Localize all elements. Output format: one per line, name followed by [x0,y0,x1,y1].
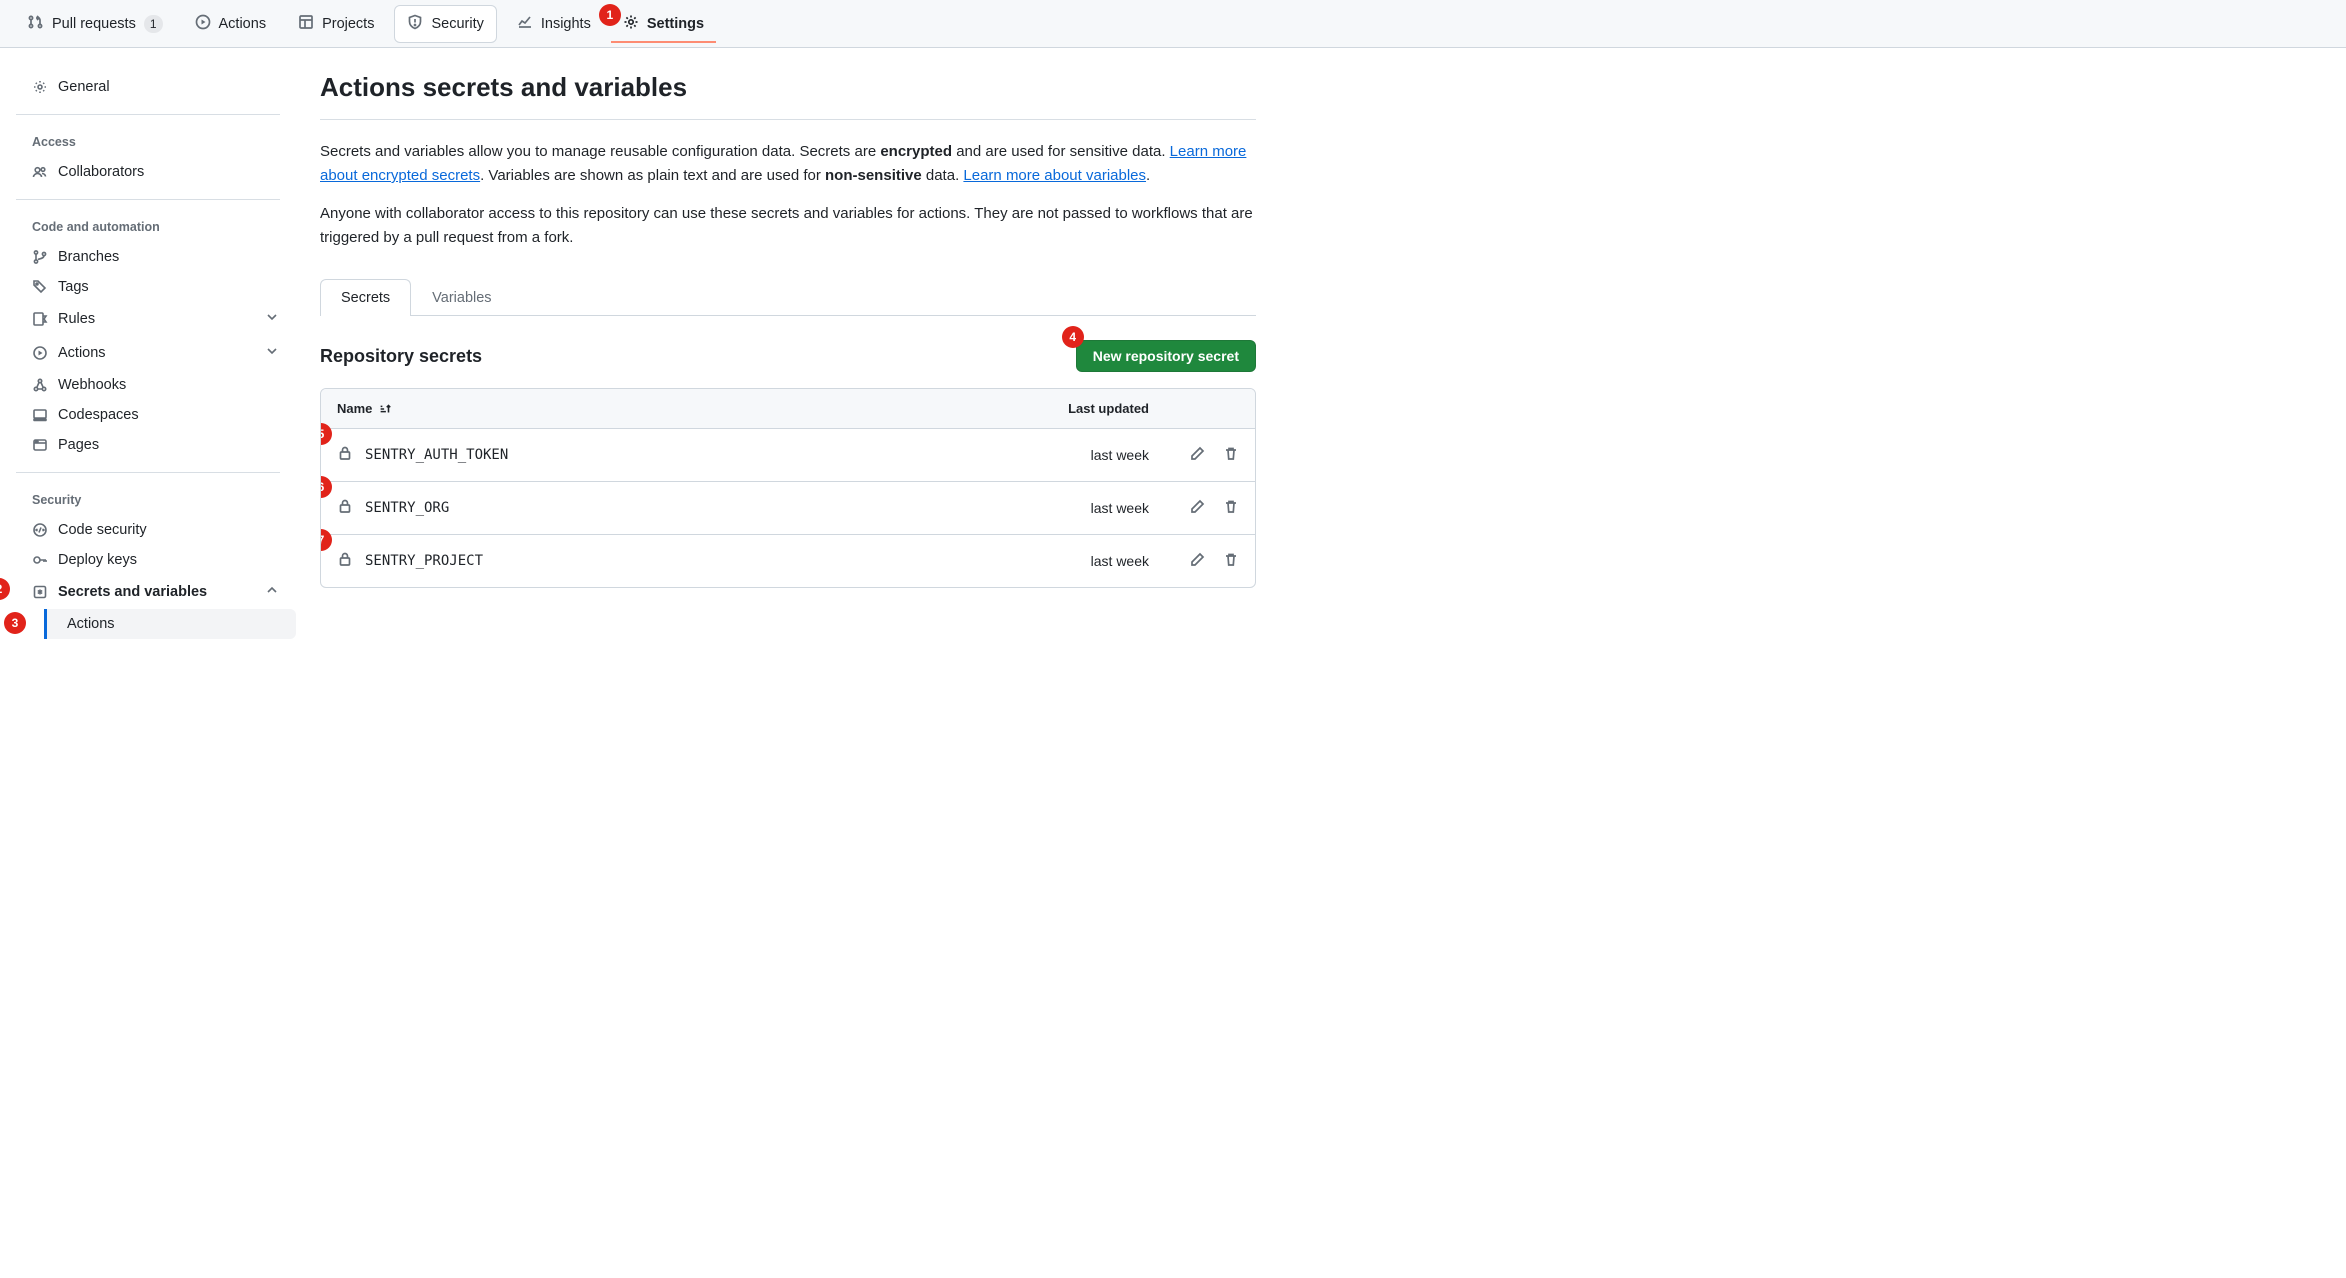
callout-1: 1 [599,4,621,26]
sidebar-secrets-variables[interactable]: 2 Secrets and variables [16,575,296,609]
graph-icon [517,14,533,34]
pull-request-icon [28,14,44,34]
sidebar-label: Rules [58,311,95,327]
secret-updated: last week [989,553,1149,569]
sidebar-label: Actions [67,616,115,632]
sidebar-secrets-actions[interactable]: Actions [44,609,296,639]
sidebar-label: Webhooks [58,377,126,393]
divider [320,119,1256,120]
divider [16,199,280,200]
repo-topnav: Pull requests 1 Actions Projects Securit… [0,0,2346,48]
sidebar-header-security: Security [16,485,296,515]
description-1: Secrets and variables allow you to manag… [320,140,1256,188]
header-name[interactable]: Name [337,401,989,416]
table-icon [298,14,314,34]
secret-name: SENTRY_ORG [337,498,989,518]
sidebar-webhooks[interactable]: Webhooks [16,370,296,400]
header-last-updated[interactable]: Last updated [989,401,1149,416]
link-variables[interactable]: Learn more about variables [963,167,1146,184]
nav-label: Pull requests [52,16,136,32]
tab-variables[interactable]: Variables [411,279,512,316]
lock-icon [337,445,353,465]
sidebar-actions[interactable]: Actions [16,336,296,370]
table-row: 6 SENTRY_ORG last week [321,482,1255,535]
new-repository-secret-button[interactable]: New repository secret [1076,340,1256,372]
table-header: Name Last updated [321,389,1255,429]
sidebar-collaborators[interactable]: Collaborators [16,157,296,187]
delete-icon[interactable] [1223,499,1239,518]
edit-icon[interactable] [1189,552,1205,571]
tabs: Secrets Variables [320,278,1256,316]
nav-actions[interactable]: Actions [183,6,279,42]
nav-label: Security [431,16,483,32]
callout-3: 3 [4,612,26,634]
gear-icon [623,14,639,34]
pr-count-badge: 1 [144,15,163,33]
lock-icon [337,498,353,518]
sidebar-tags[interactable]: Tags [16,272,296,302]
sidebar-branches[interactable]: Branches [16,242,296,272]
table-row: 5 SENTRY_AUTH_TOKEN last week [321,429,1255,482]
nav-projects[interactable]: Projects [286,6,386,42]
play-icon [195,14,211,34]
edit-icon[interactable] [1189,499,1205,518]
sidebar-label: General [58,79,110,95]
secret-name: SENTRY_PROJECT [337,551,989,571]
sidebar-label: Code security [58,522,147,538]
delete-icon[interactable] [1223,552,1239,571]
sidebar-header-code: Code and automation [16,212,296,242]
section-title: Repository secrets [320,346,482,367]
description-2: Anyone with collaborator access to this … [320,202,1256,250]
edit-icon[interactable] [1189,446,1205,465]
sidebar-pages[interactable]: Pages [16,430,296,460]
callout-2: 2 [0,578,10,600]
divider [16,114,280,115]
nav-label: Settings [647,16,704,32]
nav-pull-requests[interactable]: Pull requests 1 [16,6,175,42]
sort-asc-icon [378,402,392,416]
sidebar-label: Collaborators [58,164,144,180]
delete-icon[interactable] [1223,446,1239,465]
active-underline [611,41,716,43]
secrets-table: Name Last updated 5 SENTRY_AUTH_TOKEN la… [320,388,1256,588]
chevron-down-icon [264,343,280,363]
main-content: Actions secrets and variables Secrets an… [296,48,1296,663]
nav-label: Actions [219,16,267,32]
page-title: Actions secrets and variables [320,72,1256,103]
sidebar-rules[interactable]: Rules [16,302,296,336]
sidebar-label: Deploy keys [58,552,137,568]
sidebar-label: Codespaces [58,407,139,423]
chevron-down-icon [264,309,280,329]
sidebar-label: Branches [58,249,119,265]
sidebar-deploy-keys[interactable]: Deploy keys [16,545,296,575]
sidebar-general[interactable]: General [16,72,296,102]
tab-secrets[interactable]: Secrets [320,279,411,316]
sidebar-codespaces[interactable]: Codespaces [16,400,296,430]
sidebar-label: Actions [58,345,106,361]
callout-4: 4 [1062,326,1084,348]
settings-sidebar: General Access Collaborators Code and au… [0,48,296,663]
sidebar-header-access: Access [16,127,296,157]
sidebar-label: Secrets and variables [58,584,207,600]
secret-name: SENTRY_AUTH_TOKEN [337,445,989,465]
nav-insights[interactable]: Insights [505,6,603,42]
nav-settings[interactable]: 1 Settings [611,6,716,42]
chevron-up-icon [264,582,280,602]
lock-icon [337,551,353,571]
secret-updated: last week [989,447,1149,463]
table-row: 7 SENTRY_PROJECT last week [321,535,1255,587]
nav-security[interactable]: Security [394,5,496,43]
nav-label: Projects [322,16,374,32]
sidebar-label: Pages [58,437,99,453]
sidebar-label: Tags [58,279,89,295]
secret-updated: last week [989,500,1149,516]
sidebar-code-security[interactable]: Code security [16,515,296,545]
divider [16,472,280,473]
nav-label: Insights [541,16,591,32]
shield-icon [407,14,423,34]
